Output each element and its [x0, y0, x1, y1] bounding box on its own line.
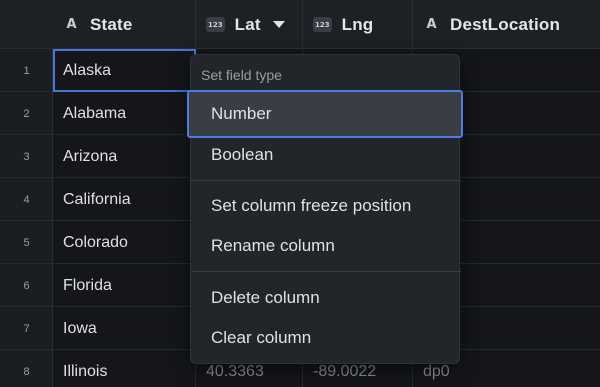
row-number: 3: [23, 150, 30, 163]
menu-item-rename-column[interactable]: Rename column: [191, 226, 461, 266]
cell-state[interactable]: Arizona: [53, 135, 196, 178]
row-number: 6: [23, 279, 30, 292]
column-header-label: Lat: [234, 14, 261, 34]
column-header-state[interactable]: A State: [53, 0, 196, 49]
menu-item-delete-column[interactable]: Delete column: [191, 278, 461, 318]
column-header-label: DestLocation: [450, 14, 561, 34]
menu-divider: [191, 271, 461, 272]
cell-state[interactable]: Illinois: [53, 350, 196, 387]
text-type-icon: A: [426, 17, 437, 32]
number-type-icon: 123: [206, 17, 225, 32]
column-header-label: Lng: [341, 14, 374, 34]
row-number: 8: [23, 365, 30, 378]
menu-item-number[interactable]: Number: [187, 90, 463, 138]
cell-state[interactable]: California: [53, 178, 196, 221]
chevron-down-icon[interactable]: [272, 21, 285, 28]
row-number: 5: [23, 236, 30, 249]
menu-divider: [191, 180, 461, 181]
row-number: 1: [23, 64, 30, 77]
menu-item-clear-column[interactable]: Clear column: [191, 318, 461, 358]
menu-section-header: Set field type: [201, 67, 282, 83]
cell-state[interactable]: Colorado: [53, 221, 196, 264]
column-header-lat[interactable]: 123 Lat: [196, 0, 303, 49]
menu-item-boolean[interactable]: Boolean: [191, 135, 461, 175]
cell-state[interactable]: Florida: [53, 264, 196, 307]
cell-state[interactable]: Alaska: [53, 49, 196, 92]
row-number: 2: [23, 107, 30, 120]
row-number: 4: [23, 193, 30, 206]
column-header-destlocation[interactable]: A DestLocation: [413, 0, 600, 49]
row-number: 7: [23, 322, 30, 335]
column-header-row: A State 123 Lat 123 Lng A DestLocation: [0, 0, 600, 49]
cell-state[interactable]: Iowa: [53, 307, 196, 350]
cell-state[interactable]: Alabama: [53, 92, 196, 135]
text-type-icon: A: [66, 17, 77, 32]
number-type-icon: 123: [313, 17, 332, 32]
column-header-lng[interactable]: 123 Lng: [303, 0, 413, 49]
column-header-label: State: [90, 14, 133, 34]
menu-item-freeze-column[interactable]: Set column freeze position: [191, 186, 461, 226]
column-context-menu: Set field type Number Boolean Set column…: [187, 54, 463, 364]
